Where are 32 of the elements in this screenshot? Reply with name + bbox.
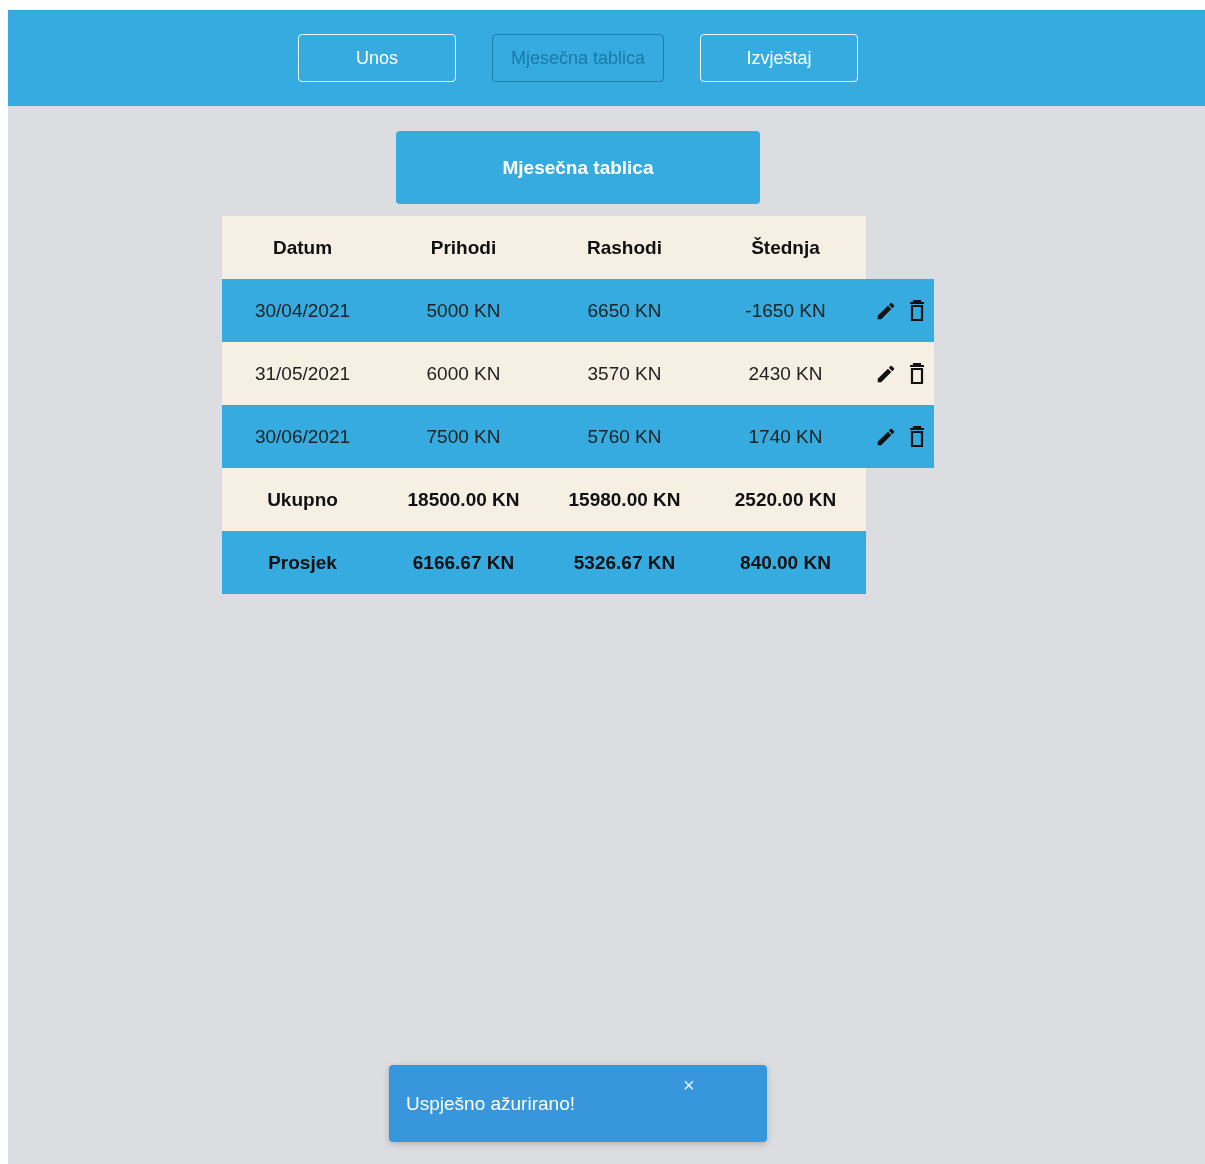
table-cell-text: 31/05/2021 (253, 361, 352, 386)
trash-icon[interactable] (909, 425, 925, 448)
table-cell-text: 1740 KN (747, 424, 824, 449)
nav-tab[interactable]: Izvještaj (700, 34, 858, 82)
table-cell-text: -1650 KN (744, 298, 827, 323)
table-cell-text: 30/06/2021 (253, 424, 352, 449)
summary-cell-text: Ukupno (266, 487, 339, 512)
toast-message: Uspješno ažurirano! (406, 1093, 575, 1115)
page-title: Mjesečna tablica (396, 131, 760, 204)
table-cell-text: 5760 KN (586, 424, 663, 449)
table-cell-text: 6000 KN (425, 361, 502, 386)
table-cell-text: 6650 KN (586, 298, 663, 323)
summary-cell-text: 5326.67 KN (572, 550, 677, 575)
column-header: Rashodi (586, 235, 663, 260)
table-cell-text: 30/04/2021 (253, 298, 352, 323)
column-header: Datum (271, 235, 334, 260)
close-button[interactable]: × (681, 1073, 697, 1097)
table-cell-text: 5000 KN (425, 298, 502, 323)
trash-icon[interactable] (909, 299, 925, 322)
summary-cell-text: 18500.00 KN (406, 487, 521, 512)
trash-icon[interactable] (909, 362, 925, 385)
table-cell-text: 3570 KN (586, 361, 663, 386)
summary-cell-text: Prosjek (267, 550, 338, 575)
summary-cell-text: 15980.00 KN (567, 487, 682, 512)
summary-cell-text: 2520.00 KN (733, 487, 838, 512)
table-cell-text: 7500 KN (425, 424, 502, 449)
summary-cell-text: 840.00 KN (739, 550, 832, 575)
summary-cell-text: 6166.67 KN (411, 550, 516, 575)
nav-tab[interactable]: Unos (298, 34, 456, 82)
table-cell-text: 2430 KN (747, 361, 824, 386)
column-header: Štednja (750, 235, 821, 260)
column-header: Prihodi (429, 235, 498, 260)
